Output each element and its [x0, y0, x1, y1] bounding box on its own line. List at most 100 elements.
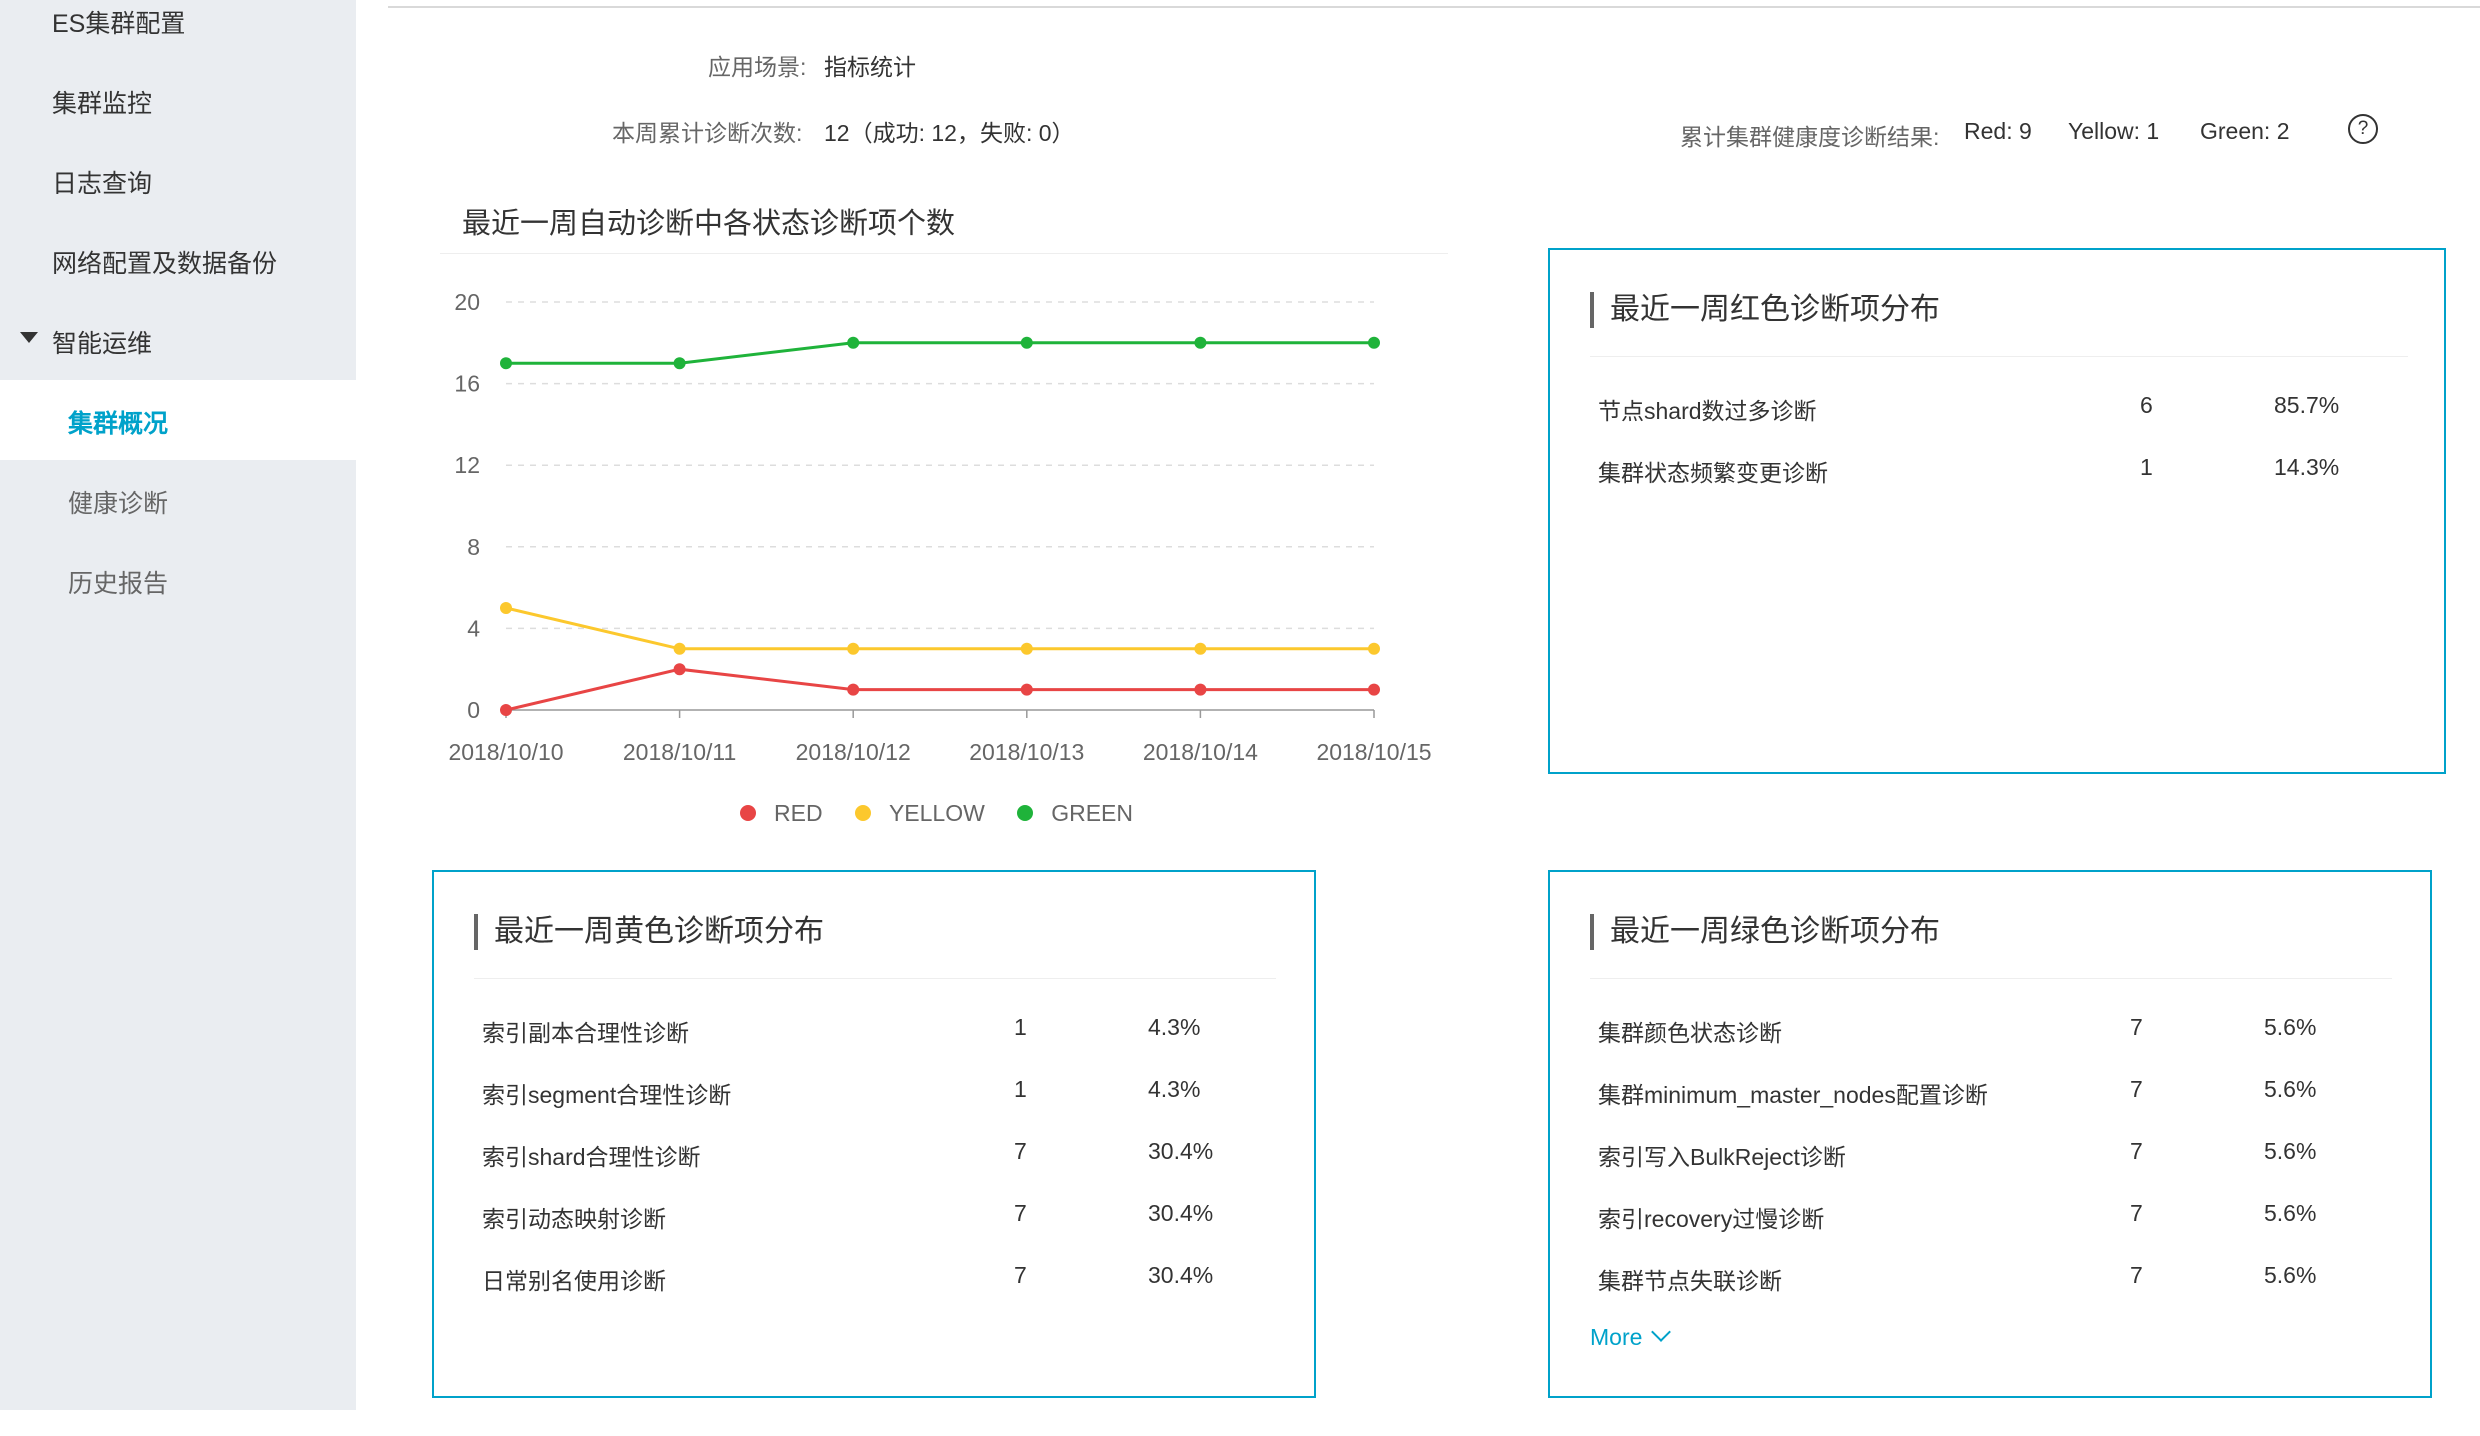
data-point-green — [1020, 336, 1033, 349]
diagnosis-name: 索引recovery过慢诊断 — [1598, 1206, 1825, 1232]
diagnosis-count: 7 — [2130, 1138, 2143, 1164]
diagnosis-name: 集群minimum_master_nodes配置诊断 — [1598, 1082, 1988, 1108]
diagnosis-percent: 4.3% — [1148, 1014, 1201, 1040]
chart-legend: RED YELLOW GREEN — [740, 800, 1159, 827]
data-point-green — [1194, 336, 1207, 349]
x-tick-label: 2018/10/11 — [623, 739, 736, 765]
legend-dot-red — [740, 804, 756, 821]
sidebar-item-log-query[interactable]: 日志查询 — [52, 164, 152, 200]
sidebar-item-history-report[interactable]: 历史报告 — [68, 564, 168, 600]
red-diagnosis-panel: 最近一周红色诊断项分布 节点shard数过多诊断 6 85.7% 集群状态频繁变… — [1548, 248, 2446, 774]
caret-down-icon[interactable] — [20, 332, 38, 343]
data-point-yellow — [847, 642, 860, 655]
table-row: 节点shard数过多诊断 6 85.7% — [1550, 392, 2444, 432]
scene-label: 应用场景: — [708, 54, 807, 80]
top-divider — [388, 6, 2480, 8]
legend-item-yellow[interactable]: YELLOW — [854, 800, 985, 827]
series-line-red — [505, 667, 1374, 712]
diagnosis-percent: 5.6% — [2264, 1138, 2317, 1164]
table-row: 集群状态频繁变更诊断 1 14.3% — [1550, 454, 2444, 494]
data-point-yellow — [1368, 642, 1380, 655]
diagnosis-name: 索引segment合理性诊断 — [482, 1082, 732, 1108]
diagnosis-name: 集群状态频繁变更诊断 — [1598, 460, 1828, 486]
data-point-yellow — [1194, 642, 1207, 655]
green-diagnosis-panel: 最近一周绿色诊断项分布 集群颜色状态诊断 7 5.6% 集群minimum_ma… — [1548, 870, 2432, 1398]
green-panel-title: 最近一周绿色诊断项分布 — [1590, 914, 1940, 950]
data-point-red — [847, 683, 860, 696]
help-icon[interactable]: ? — [2348, 114, 2378, 144]
series-line-green — [506, 341, 1374, 365]
data-point-red — [1194, 683, 1207, 696]
diagnosis-percent: 4.3% — [1148, 1076, 1201, 1102]
diagnosis-count: 7 — [2130, 1076, 2143, 1102]
status-count-line-chart: 0 4 8 12 16 20 2018/10/10 2018/10/11 2018/10/12 2… — [448, 289, 1431, 765]
table-row: 集群节点失联诊断 7 5.6% — [1550, 1262, 2430, 1302]
table-row: 集群minimum_master_nodes配置诊断 7 5.6% — [1550, 1076, 2430, 1116]
diagnosis-name: 节点shard数过多诊断 — [1598, 398, 1817, 424]
diagnosis-count-label: 本周累计诊断次数: — [612, 120, 803, 146]
x-tick-label: 2018/10/12 — [796, 739, 911, 765]
diagnosis-name: 集群颜色状态诊断 — [1598, 1020, 1782, 1046]
diagnosis-name: 索引动态映射诊断 — [482, 1206, 666, 1232]
legend-dot-green — [1017, 804, 1034, 821]
sidebar-item-cluster-overview[interactable]: 集群概况 — [68, 404, 168, 440]
diagnosis-name: 日常别名使用诊断 — [482, 1268, 666, 1294]
table-row: 索引recovery过慢诊断 7 5.6% — [1550, 1200, 2430, 1240]
diagnosis-count: 7 — [1014, 1262, 1027, 1288]
legend-label-red: RED — [774, 800, 823, 826]
more-link-label: More — [1590, 1324, 1643, 1350]
sidebar-active-highlight — [0, 380, 356, 460]
y-tick-label: 20 — [454, 289, 480, 315]
y-tick-label: 12 — [454, 452, 480, 478]
data-point-green — [500, 357, 512, 370]
diagnosis-percent: 14.3% — [2274, 454, 2340, 480]
legend-label-green: GREEN — [1051, 800, 1134, 826]
data-point-yellow — [500, 602, 512, 614]
diagnosis-percent: 30.4% — [1148, 1262, 1214, 1288]
red-panel-title: 最近一周红色诊断项分布 — [1590, 292, 1940, 328]
y-tick-label: 0 — [467, 697, 480, 723]
table-row: 索引写入BulkReject诊断 7 5.6% — [1550, 1138, 2430, 1178]
sidebar-item-smart-ops[interactable]: 智能运维 — [52, 324, 152, 360]
sidebar: ES集群配置 集群监控 日志查询 网络配置及数据备份 智能运维 集群概况 健康诊… — [0, 0, 356, 1410]
data-point-red — [500, 704, 512, 716]
table-row: 索引shard合理性诊断 7 30.4% — [434, 1138, 1314, 1178]
data-point-green — [673, 357, 686, 370]
diagnosis-count: 1 — [1014, 1014, 1027, 1040]
yellow-panel-divider — [474, 978, 1276, 979]
diagnosis-name: 索引shard合理性诊断 — [482, 1144, 701, 1170]
health-yellow-count: Yellow: 1 — [2068, 118, 2160, 144]
health-green-count: Green: 2 — [2200, 118, 2290, 144]
scene-value: 指标统计 — [824, 54, 916, 80]
data-point-red — [673, 663, 686, 676]
y-tick-label: 16 — [454, 371, 480, 397]
chart-title-divider — [440, 253, 1448, 254]
diagnosis-count: 1 — [2140, 454, 2153, 480]
diagnosis-count: 7 — [2130, 1262, 2143, 1288]
green-panel-divider — [1590, 978, 2392, 979]
data-point-red — [1368, 683, 1380, 696]
red-panel-divider — [1590, 356, 2408, 357]
table-row: 索引动态映射诊断 7 30.4% — [434, 1200, 1314, 1240]
table-row: 日常别名使用诊断 7 30.4% — [434, 1262, 1314, 1302]
x-tick-label: 2018/10/15 — [1316, 739, 1431, 765]
legend-item-red[interactable]: RED — [740, 800, 823, 827]
more-link[interactable]: More — [1590, 1322, 1672, 1351]
table-row: 索引segment合理性诊断 1 4.3% — [434, 1076, 1314, 1116]
sidebar-item-health-diagnosis[interactable]: 健康诊断 — [68, 484, 168, 520]
data-point-red — [1020, 683, 1033, 696]
legend-label-yellow: YELLOW — [888, 800, 985, 826]
legend-item-green[interactable]: GREEN — [1017, 800, 1133, 827]
x-tick-label: 2018/10/14 — [1143, 739, 1258, 765]
diagnosis-percent: 5.6% — [2264, 1200, 2317, 1226]
sidebar-item-network-backup[interactable]: 网络配置及数据备份 — [52, 244, 277, 280]
sidebar-item-es-cluster-config[interactable]: ES集群配置 — [52, 4, 185, 40]
diagnosis-percent: 5.6% — [2264, 1014, 2317, 1040]
diagnosis-count-value: 12（成功: 12，失败: 0） — [824, 120, 1075, 146]
yellow-panel-title: 最近一周黄色诊断项分布 — [474, 914, 824, 950]
sidebar-item-cluster-monitor[interactable]: 集群监控 — [52, 84, 152, 120]
diagnosis-count: 7 — [2130, 1200, 2143, 1226]
diagnosis-percent: 5.6% — [2264, 1076, 2317, 1102]
x-tick-label: 2018/10/13 — [969, 739, 1084, 765]
data-point-yellow — [673, 642, 686, 655]
